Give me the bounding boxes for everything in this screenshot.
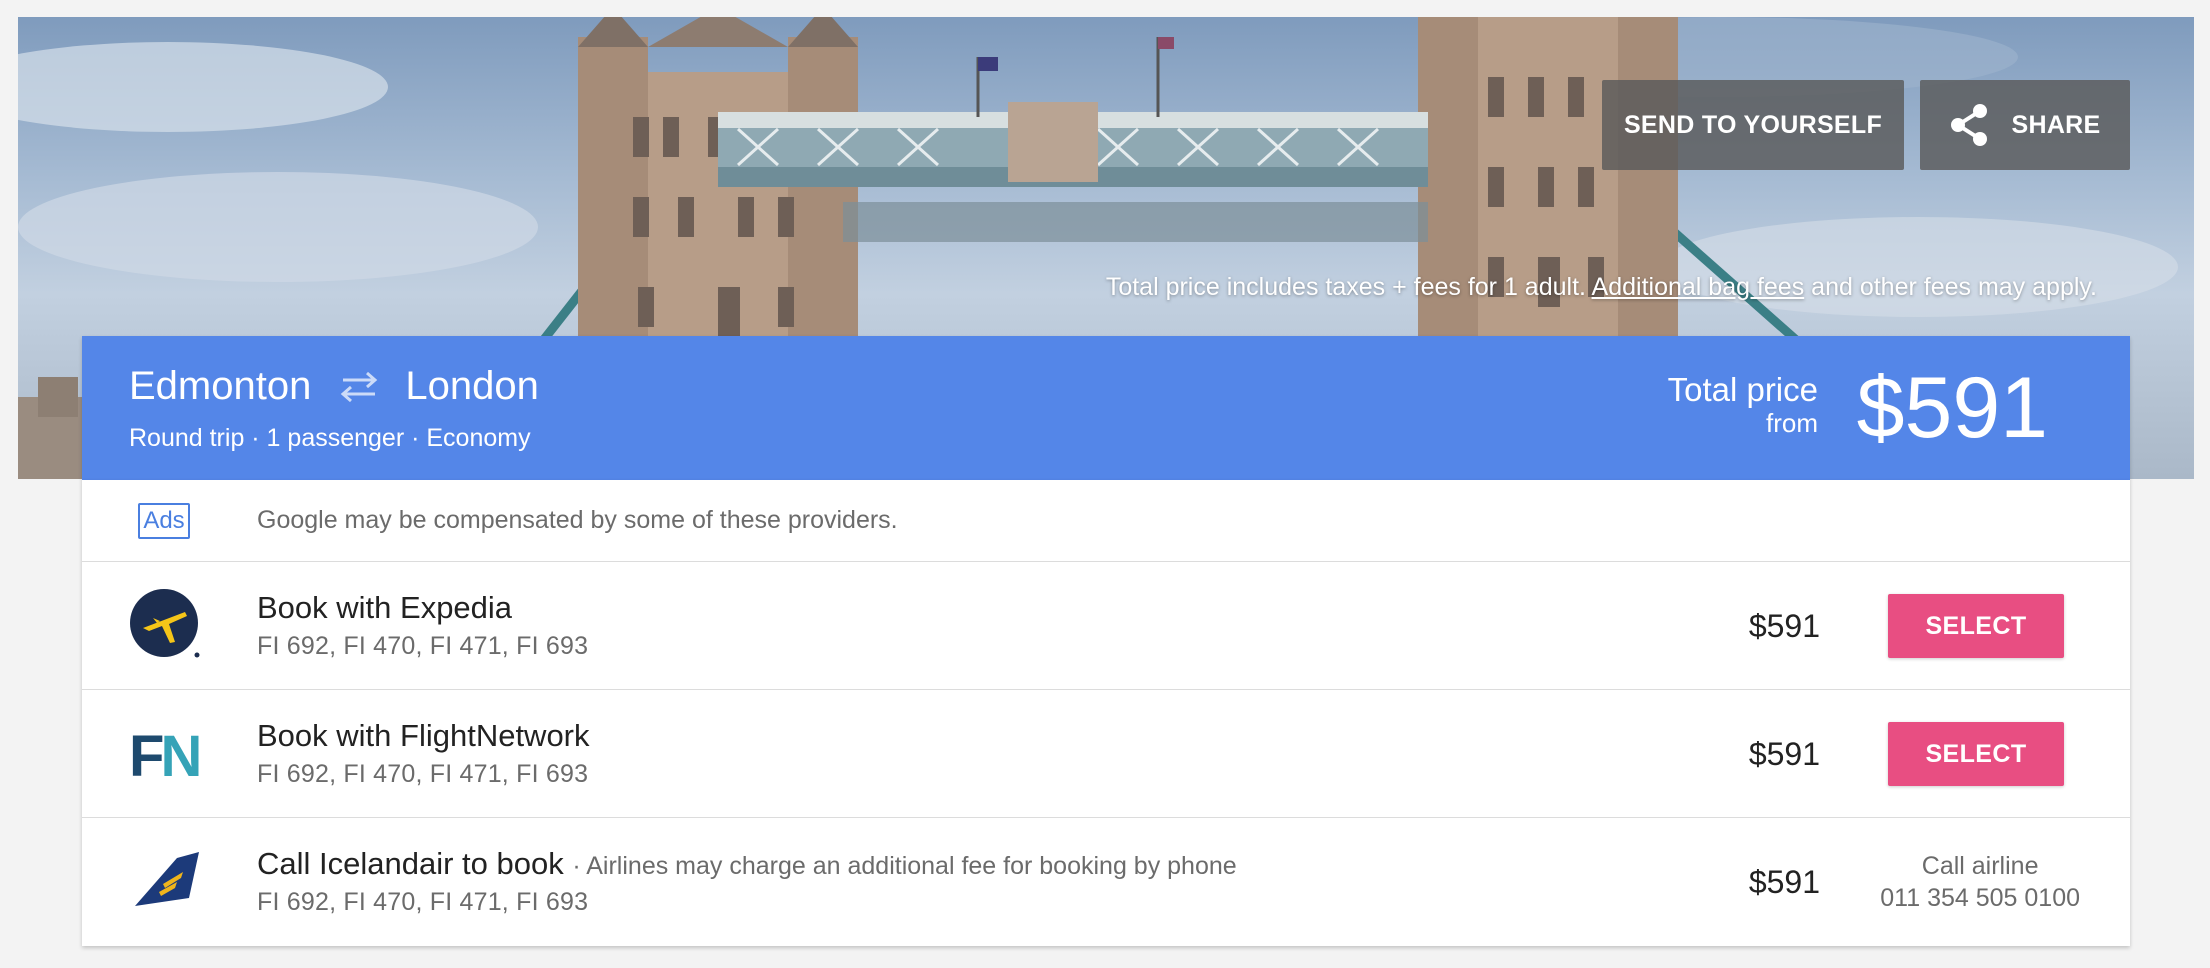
expedia-logo: [130, 589, 200, 658]
price-disclaimer: Total price includes taxes + fees for 1 …: [1106, 273, 2097, 302]
list-item: Book with Expedia FI 692, FI 470, FI 471…: [82, 562, 2130, 690]
flight-numbers: FI 692, FI 470, FI 471, FI 693: [257, 632, 589, 660]
flightnetwork-logo: FN: [129, 724, 201, 788]
provider-info: Book with Expedia FI 692, FI 470, FI 471…: [257, 590, 588, 661]
route: Edmonton London: [129, 364, 539, 409]
select-button[interactable]: SELECT: [1888, 722, 2064, 786]
provider-name[interactable]: Call Icelandair to book: [257, 846, 564, 881]
share-button[interactable]: SHARE: [1920, 80, 2130, 170]
bag-fees-link[interactable]: Additional bag fees: [1592, 273, 1805, 301]
list-item: FN Book with FlightNetwork FI 692, FI 47…: [82, 690, 2130, 818]
phone-fee-note: · Airlines may charge an additional fee …: [572, 852, 1237, 880]
total-price-label: Total price from: [1667, 371, 1818, 439]
ads-badge[interactable]: Ads: [138, 503, 190, 539]
provider-price: $591: [1748, 736, 1820, 772]
share-label: SHARE: [2011, 110, 2101, 139]
send-to-yourself-button[interactable]: SEND TO YOURSELF: [1602, 80, 1904, 170]
airline-phone-number[interactable]: 011 354 505 0100: [1880, 882, 2080, 914]
flightnetwork-logo-f: F: [129, 724, 163, 788]
call-airline-info: Call airline 011 354 505 0100: [1880, 850, 2080, 914]
price-disclaimer-text: Total price includes taxes + fees for 1 …: [1105, 273, 1586, 301]
select-button[interactable]: SELECT: [1888, 594, 2064, 658]
send-to-yourself-label: SEND TO YOURSELF: [1623, 110, 1883, 139]
flight-numbers: FI 692, FI 470, FI 471, FI 693: [257, 888, 589, 916]
ads-disclosure-text: Google may be compensated by some of the…: [257, 506, 898, 534]
round-trip-arrows-icon: [341, 371, 378, 402]
origin-city: Edmonton: [129, 364, 312, 408]
flight-numbers: FI 692, FI 470, FI 471, FI 693: [257, 760, 589, 788]
trip-summary-header: Edmonton London Round trip · 1 passenger…: [82, 336, 2130, 480]
provider-name[interactable]: Book with FlightNetwork: [257, 718, 590, 754]
flightnetwork-logo-n: N: [160, 724, 198, 788]
provider-name[interactable]: Book with Expedia: [257, 590, 588, 626]
provider-info: Book with FlightNetwork FI 692, FI 470, …: [257, 718, 590, 789]
provider-name-line: Call Icelandair to book · Airlines may c…: [257, 846, 1237, 882]
provider-price: $591: [1748, 608, 1820, 644]
icelandair-logo: [135, 852, 199, 906]
provider-price: $591: [1748, 864, 1820, 900]
total-price-value: $591: [1856, 360, 2048, 456]
provider-info: Call Icelandair to book · Airlines may c…: [257, 846, 1237, 917]
share-icon: [1951, 104, 1988, 146]
call-airline-label: Call airline: [1921, 852, 2039, 880]
trip-details: Round trip · 1 passenger · Economy: [129, 424, 531, 452]
booking-options-list: Ads Google may be compensated by some of…: [82, 480, 2130, 946]
list-item: Call Icelandair to book · Airlines may c…: [82, 818, 2130, 946]
svg-text:FN: FN: [129, 724, 198, 788]
destination-city: London: [405, 364, 539, 408]
from-caption: from: [1766, 408, 1818, 438]
price-disclaimer-suffix: and other fees may apply.: [1811, 273, 2097, 301]
total-price-caption: Total price: [1667, 371, 1818, 408]
ads-disclosure-row: Ads Google may be compensated by some of…: [82, 480, 2130, 562]
